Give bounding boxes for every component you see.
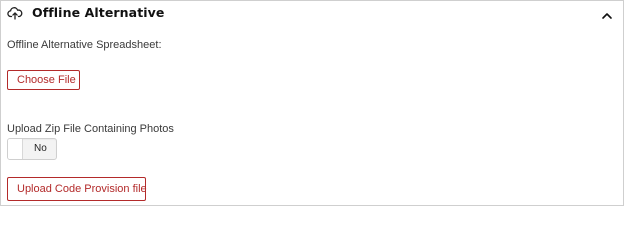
chevron-up-icon[interactable] xyxy=(600,9,614,21)
section-title: Offline Alternative xyxy=(32,5,165,20)
offline-alternative-panel: Offline Alternative Offline Alternative … xyxy=(0,0,624,206)
zip-upload-toggle[interactable]: No xyxy=(7,138,57,160)
spreadsheet-label: Offline Alternative Spreadsheet: xyxy=(7,39,162,51)
upload-code-provision-button[interactable]: Upload Code Provision file xyxy=(7,177,147,201)
section-header[interactable]: Offline Alternative xyxy=(1,1,623,27)
cloud-upload-icon xyxy=(7,5,23,21)
toggle-value: No xyxy=(34,143,47,154)
choose-file-button[interactable]: Choose File xyxy=(7,70,80,90)
zip-upload-label: Upload Zip File Containing Photos xyxy=(7,123,174,135)
toggle-knob xyxy=(8,139,23,159)
